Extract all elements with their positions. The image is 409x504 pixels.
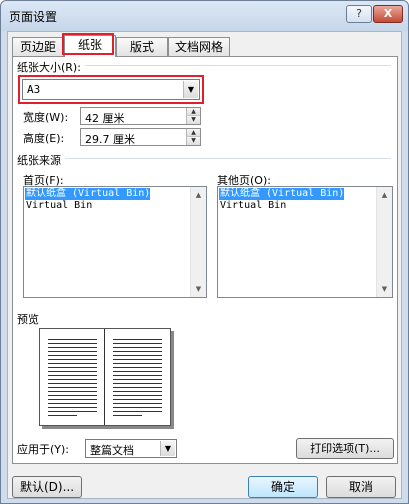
scroll-up-icon[interactable]: ▲ [191,187,206,203]
apply-to-value: 整篇文档 [90,444,134,457]
preview-text-line [48,339,97,340]
preview-text-line [113,411,162,412]
scroll-down-icon[interactable]: ▼ [191,281,206,297]
paper-size-label: 纸张大小(R): [17,59,85,75]
title-bar: 页面设置 ? X [1,1,408,31]
dialog-title: 页面设置 [9,10,58,24]
paper-size-highlight [18,75,204,104]
preview-text-line [113,351,162,352]
scroll-up-icon[interactable]: ▲ [377,187,392,203]
preview-text-line [48,395,97,396]
preview-text-line [113,387,162,388]
preview-text-line [113,399,162,400]
preview-text-line [48,343,97,344]
help-button[interactable]: ? [346,5,372,23]
preview-text-line [48,359,97,360]
preview-text-line [113,367,162,368]
preview-text-line [113,407,162,408]
preview-text-line [48,355,97,356]
default-button[interactable]: 默认(D)... [12,476,82,498]
page-setup-dialog: 页面设置 ? X 页边距 纸张 版式 文档网格 纸张大小(R): A3 ▼ 宽度… [0,0,409,504]
apply-to-label: 应用于(Y): [17,443,70,456]
ok-button[interactable]: 确定 [248,476,318,498]
width-value: 42 厘米 [85,112,125,125]
first-page-listbox[interactable]: 默认纸盒 (Virtual Bin) Virtual Bin ▲ ▼ [23,186,207,298]
width-label: 宽度(W): [23,111,69,124]
paper-source-label: 纸张来源 [17,152,65,168]
list-item[interactable]: Virtual Bin [25,200,92,212]
print-options-button[interactable]: 打印选项(T)... [296,438,394,459]
preview-text-line [48,367,97,368]
scrollbar[interactable]: ▲ ▼ [376,187,392,297]
preview-text-line [113,343,162,344]
list-item[interactable]: 默认纸盒 (Virtual Bin) [219,188,345,200]
tab-document-grid[interactable]: 文档网格 [168,37,230,56]
list-item[interactable]: Virtual Bin [219,200,286,212]
list-item[interactable]: 默认纸盒 (Virtual Bin) [25,188,151,200]
preview-text-line [113,371,162,372]
preview-text-line [113,403,162,404]
preview-text-line [48,383,97,384]
height-value: 29.7 厘米 [85,133,135,146]
preview-text-line [48,371,97,372]
preview-text-line [113,375,162,376]
divider [17,158,391,159]
preview-text-line [113,347,162,348]
width-spinner[interactable]: 42 厘米 ▲ ▼ [80,107,201,125]
preview-text-line [113,339,162,340]
tab-layout[interactable]: 版式 [116,37,168,56]
preview-text-line [48,379,97,380]
preview-text-line [48,347,97,348]
apply-to-select[interactable]: 整篇文档 ▼ [85,439,177,458]
preview-text-line [48,391,97,392]
preview-text-line [48,363,97,364]
dialog-client: 页边距 纸张 版式 文档网格 纸张大小(R): A3 ▼ 宽度(W): 42 厘… [7,31,402,499]
spin-up-icon[interactable]: ▲ [186,129,200,137]
chevron-down-icon[interactable]: ▼ [160,441,175,456]
height-label: 高度(E): [23,132,65,145]
height-spinner[interactable]: 29.7 厘米 ▲ ▼ [80,128,201,146]
preview-text-line [113,383,162,384]
other-pages-listbox[interactable]: 默认纸盒 (Virtual Bin) Virtual Bin ▲ ▼ [217,186,393,298]
cancel-button[interactable]: 取消 [326,476,396,498]
preview-image [39,328,171,426]
preview-text-line [48,415,78,416]
preview-text-line [113,363,162,364]
paper-tab-panel: 纸张大小(R): A3 ▼ 宽度(W): 42 厘米 ▲ ▼ 高度(E): 29… [12,56,398,464]
preview-text-line [48,407,97,408]
preview-text-line [113,395,162,396]
preview-text-line [48,375,97,376]
close-button[interactable]: X [373,5,403,23]
preview-text-line [113,359,162,360]
preview-text-line [113,355,162,356]
tab-margins[interactable]: 页边距 [12,37,64,56]
spin-down-icon[interactable]: ▼ [186,137,200,145]
scroll-down-icon[interactable]: ▼ [377,281,392,297]
preview-text-line [113,415,143,416]
preview-text-line [113,379,162,380]
preview-text-line [48,387,97,388]
spin-down-icon[interactable]: ▼ [186,116,200,124]
preview-text-line [48,403,97,404]
preview-text-line [48,399,97,400]
preview-text-line [48,351,97,352]
preview-text-line [113,391,162,392]
preview-label: 预览 [17,311,43,327]
paper-tab-highlight [62,33,114,55]
preview-text-line [48,411,97,412]
scrollbar[interactable]: ▲ ▼ [190,187,206,297]
spin-up-icon[interactable]: ▲ [186,108,200,116]
page-fold-line [104,329,105,425]
